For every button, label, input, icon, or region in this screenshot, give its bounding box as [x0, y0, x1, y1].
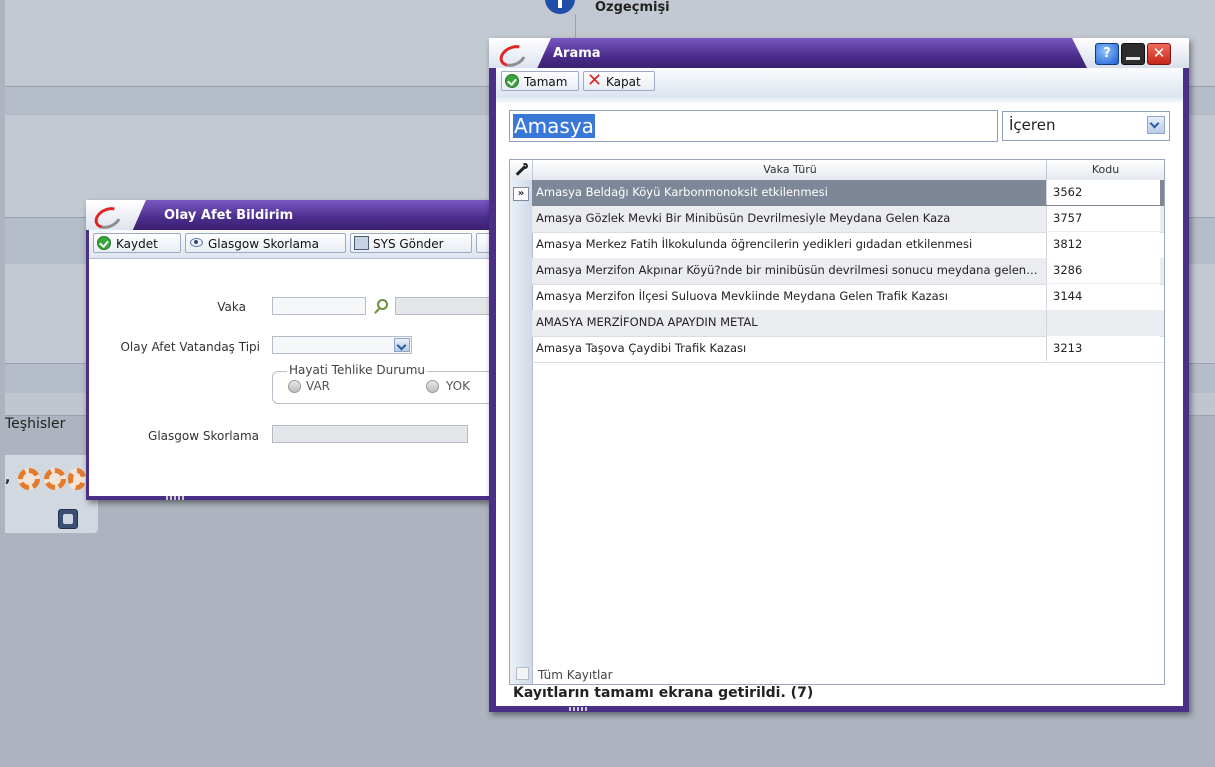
minimize-button[interactable] [1121, 43, 1145, 65]
ok-label: Tamam [524, 75, 568, 89]
match-mode-value: İçeren [1009, 116, 1056, 134]
radio-yok[interactable] [426, 380, 439, 393]
lifering-icon[interactable] [44, 468, 66, 490]
radio-var[interactable] [288, 380, 301, 393]
diagnoses-label: Teşhisler [5, 416, 66, 432]
vaka-code-cell: 3562 [1046, 180, 1160, 205]
check-icon [97, 236, 111, 250]
table-row[interactable]: Amasya Merzifon Akpınar Köyü?nde bir min… [532, 258, 1164, 285]
close-icon: ✕ [586, 70, 603, 91]
glasgow-label: Glasgow Skorlama [208, 237, 319, 251]
close-label: Kapat [606, 75, 641, 89]
vaka-name-cell: AMASYA MERZİFONDA APAYDIN METAL [536, 315, 758, 329]
title-logo-area [86, 200, 146, 230]
lifering-icon[interactable] [18, 468, 40, 490]
toolbar-shadow [496, 96, 1183, 104]
olay-afet-window: Olay Afet Bildirim Kaydet Glasgow Skorla… [86, 200, 512, 500]
window-title: Olay Afet Bildirim [164, 208, 294, 223]
search-input-value: Amasya [513, 114, 595, 138]
arama-toolbar: Tamam ✕ Kapat [496, 68, 1183, 97]
close-button[interactable]: ✕ Kapat [583, 71, 655, 91]
history-header: Özgeçmişi [595, 0, 670, 15]
vaka-label: Vaka [217, 300, 246, 314]
vaka-name-cell: Amasya Merkez Fatih İlkokulunda öğrencil… [536, 237, 973, 251]
table-row[interactable]: Amasya Taşova Çaydibi Trafik Kazası 3213 [532, 336, 1164, 363]
app-logo-icon [91, 203, 125, 230]
table-row[interactable]: AMASYA MERZİFONDA APAYDIN METAL [532, 310, 1164, 337]
window-title: Arama [553, 46, 601, 61]
chevron-down-icon[interactable] [1147, 116, 1165, 134]
vaka-code-cell: 3812 [1046, 232, 1160, 257]
report-icon[interactable] [58, 509, 78, 529]
arama-body: Tamam ✕ Kapat Amasya İçeren Vaka Türü Ko… [496, 68, 1183, 706]
olay-title-bar[interactable]: Olay Afet Bildirim [86, 200, 496, 230]
all-records-label: Tüm Kayıtlar [538, 668, 613, 682]
sys-send-button[interactable]: SYS Gönder [350, 233, 472, 253]
search-icon[interactable] [377, 299, 388, 310]
table-row[interactable]: Amasya Merkez Fatih İlkokulunda öğrencil… [532, 232, 1164, 259]
table-row[interactable]: Amasya Beldağı Köyü Karbonmonoksit etkil… [532, 180, 1164, 207]
table-row[interactable]: Amasya Merzifon İlçesi Suluova Mevkiinde… [532, 284, 1164, 311]
citizen-type-label: Olay Afet Vatandaş Tipi [120, 340, 260, 354]
vaka-code-cell: 3286 [1046, 258, 1160, 283]
vaka-name-cell: Amasya Taşova Çaydibi Trafik Kazası [536, 341, 747, 355]
chevron-down-icon[interactable] [394, 338, 410, 352]
save-button[interactable]: Kaydet [93, 233, 181, 253]
vaka-name-cell: Amasya Beldağı Köyü Karbonmonoksit etkil… [536, 185, 828, 199]
resize-grip[interactable] [166, 496, 184, 500]
search-input[interactable]: Amasya [509, 110, 998, 142]
radio-yok-label: YOK [446, 379, 470, 393]
status-text: Kayıtların tamamı ekrana getirildi. (7) [513, 685, 814, 701]
vaka-name-cell: Amasya Merzifon Akpınar Köyü?nde bir min… [536, 263, 1041, 277]
glasgow-score-label: Glasgow Skorlama [148, 429, 259, 443]
sys-label: SYS Gönder [373, 237, 444, 251]
diagnoses-panel [5, 455, 98, 533]
arama-title-bar[interactable]: Arama ? ✕ [489, 38, 1189, 68]
column-header-vaka-turu[interactable]: Vaka Türü [532, 160, 1047, 180]
column-header-kodu[interactable]: Kodu [1046, 160, 1164, 180]
vaka-code-cell: 3213 [1046, 336, 1160, 361]
wrench-icon[interactable] [514, 163, 528, 177]
comma-glyph: , [5, 470, 11, 486]
resize-grip[interactable] [569, 707, 587, 711]
check-icon [505, 74, 519, 88]
title-logo-area [489, 38, 551, 68]
life-danger-legend: Hayati Tehlike Durumu [287, 363, 428, 377]
row-gutter [510, 180, 533, 684]
glasgow-score-field [272, 425, 468, 443]
match-mode-select[interactable]: İçeren [1002, 111, 1170, 141]
save-label: Kaydet [116, 237, 158, 251]
sys-icon [354, 236, 369, 250]
arama-window: Arama ? ✕ Tamam ✕ Kapat Amasya İçeren Va… [489, 38, 1189, 712]
grid-header: Vaka Türü Kodu [510, 160, 1164, 181]
olay-body: Kaydet Glasgow Skorlama SYS Gönder Vaka … [89, 230, 512, 496]
app-logo-icon [496, 41, 530, 68]
ok-button[interactable]: Tamam [501, 71, 579, 91]
vaka-name-cell: Amasya Merzifon İlçesi Suluova Mevkiinde… [536, 289, 948, 303]
all-records-checkbox[interactable] [516, 667, 529, 680]
table-row[interactable]: Amasya Gözlek Mevki Bir Minibüsün Devril… [532, 206, 1164, 233]
vaka-name-cell: Amasya Gözlek Mevki Bir Minibüsün Devril… [536, 211, 951, 225]
vaka-code-input[interactable] [272, 297, 366, 315]
olay-toolbar: Kaydet Glasgow Skorlama SYS Gönder [89, 230, 496, 259]
vaka-code-cell: 3757 [1046, 206, 1160, 231]
selected-row-marker: » [513, 187, 529, 201]
lifering-icon[interactable] [68, 468, 86, 490]
results-grid: Vaka Türü Kodu » Amasya Beldağı Köyü Kar… [509, 159, 1165, 685]
radio-var-label: VAR [306, 379, 330, 393]
glasgow-button[interactable]: Glasgow Skorlama [185, 233, 346, 253]
vaka-code-cell [1046, 310, 1160, 335]
eye-icon [190, 238, 203, 247]
citizen-type-select[interactable] [272, 336, 412, 354]
help-button[interactable]: ? [1095, 43, 1119, 65]
close-window-button[interactable]: ✕ [1147, 43, 1171, 65]
vaka-code-cell: 3144 [1046, 284, 1160, 309]
